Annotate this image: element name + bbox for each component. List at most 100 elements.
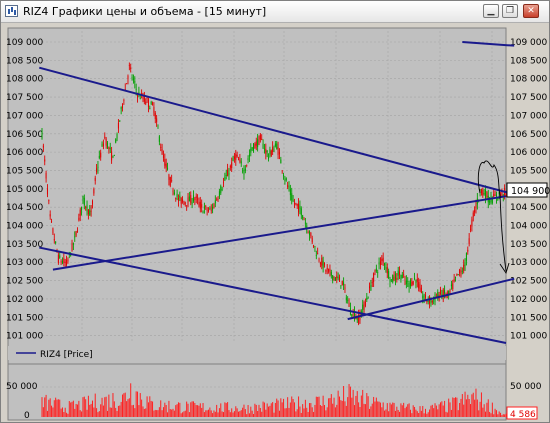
volume-bar: [74, 408, 76, 417]
volume-bar: [352, 389, 354, 417]
volume-bar: [444, 400, 446, 417]
volume-bar: [490, 413, 492, 417]
candle-body: [277, 147, 279, 155]
candle-body: [205, 206, 207, 207]
volume-bar: [112, 393, 114, 417]
volume-bar: [344, 401, 346, 417]
volume-bar: [482, 407, 484, 417]
volume-bar: [198, 405, 200, 417]
candle-body: [298, 203, 300, 213]
price-tick-right: 108 000: [510, 75, 547, 85]
volume-bar: [63, 412, 65, 417]
volume-bar: [228, 410, 230, 417]
candle-body: [273, 148, 275, 153]
candle-body: [41, 129, 43, 139]
volume-bar: [463, 404, 465, 417]
volume-bar: [192, 401, 194, 417]
volume-bar: [157, 410, 159, 417]
volume-bar: [497, 414, 499, 417]
volume-bar: [366, 393, 368, 417]
minimize-button[interactable]: ▁: [483, 4, 499, 18]
candle-body: [272, 147, 274, 152]
volume-bar: [156, 410, 158, 417]
volume-bar: [399, 411, 401, 417]
volume-bar: [255, 404, 257, 417]
volume-bar: [78, 400, 80, 417]
volume-bar: [323, 404, 325, 417]
candle-body: [411, 281, 413, 286]
volume-bar: [457, 410, 459, 417]
candle-body: [266, 150, 268, 152]
volume-bar: [147, 402, 149, 417]
volume-bar: [117, 405, 119, 417]
volume-bar: [412, 405, 414, 417]
volume-bar: [123, 393, 125, 417]
candle-body: [126, 83, 128, 85]
volume-bar: [285, 408, 287, 417]
candle-body: [115, 139, 117, 143]
volume-bar: [467, 394, 469, 417]
current-price-label: 104 900: [511, 186, 550, 197]
candle-body: [120, 107, 122, 109]
candle-body: [253, 143, 255, 152]
candle-body: [102, 143, 104, 147]
volume-bar: [209, 407, 211, 417]
volume-bar: [257, 411, 259, 417]
volume-bar: [308, 403, 310, 417]
price-tick-left: 106 000: [6, 148, 43, 158]
candle-body: [453, 279, 455, 282]
volume-bar: [45, 394, 47, 417]
volume-bar: [124, 392, 126, 417]
volume-bar: [86, 409, 88, 417]
volume-bar: [298, 396, 300, 417]
title-bar[interactable]: RIZ4 Графики цены и объема - [15 минут] …: [1, 1, 549, 23]
candle-body: [292, 200, 294, 202]
candle-body: [446, 292, 448, 294]
candle-body: [74, 236, 76, 238]
volume-bar: [489, 411, 491, 417]
candle-body: [393, 276, 395, 281]
volume-bar: [232, 412, 234, 417]
volume-bar: [363, 403, 365, 417]
volume-bar: [207, 409, 209, 417]
volume-bar: [142, 406, 144, 417]
candle-body: [224, 176, 226, 181]
volume-bar: [485, 411, 487, 417]
volume-bar: [419, 406, 421, 417]
volume-bar: [325, 410, 327, 417]
volume-bar: [85, 399, 87, 417]
volume-bar: [202, 403, 204, 417]
volume-bar: [359, 406, 361, 417]
candle-body: [203, 206, 205, 209]
close-button[interactable]: ✕: [523, 4, 539, 18]
candle-body: [386, 267, 388, 274]
volume-bar: [165, 405, 167, 417]
volume-bar: [349, 386, 351, 417]
price-tick-right: 101 500: [510, 313, 547, 323]
candle-body: [321, 257, 323, 266]
volume-bar: [416, 411, 418, 417]
candle-body: [390, 279, 392, 281]
candle-body: [460, 270, 462, 277]
restore-button[interactable]: ❐: [502, 4, 518, 18]
candle-body: [191, 202, 193, 204]
candle-body: [59, 255, 61, 258]
volume-bar: [414, 406, 416, 417]
volume-tick-right-50000: 50 000: [510, 382, 542, 392]
candle-body: [457, 274, 459, 275]
volume-bar: [392, 402, 394, 417]
volume-bar: [236, 408, 238, 417]
candle-body: [332, 275, 334, 281]
candle-body: [409, 280, 411, 286]
candle-body: [334, 277, 336, 281]
candle-body: [153, 106, 155, 113]
candle-body: [319, 262, 321, 265]
candle-body: [394, 273, 396, 280]
candle-body: [378, 262, 380, 265]
volume-bar: [171, 409, 173, 417]
volume-bar: [162, 407, 164, 417]
volume-bar: [321, 406, 323, 417]
volume-bar: [439, 402, 441, 417]
price-tick-left: 105 500: [6, 166, 43, 176]
candle-body: [123, 100, 125, 102]
